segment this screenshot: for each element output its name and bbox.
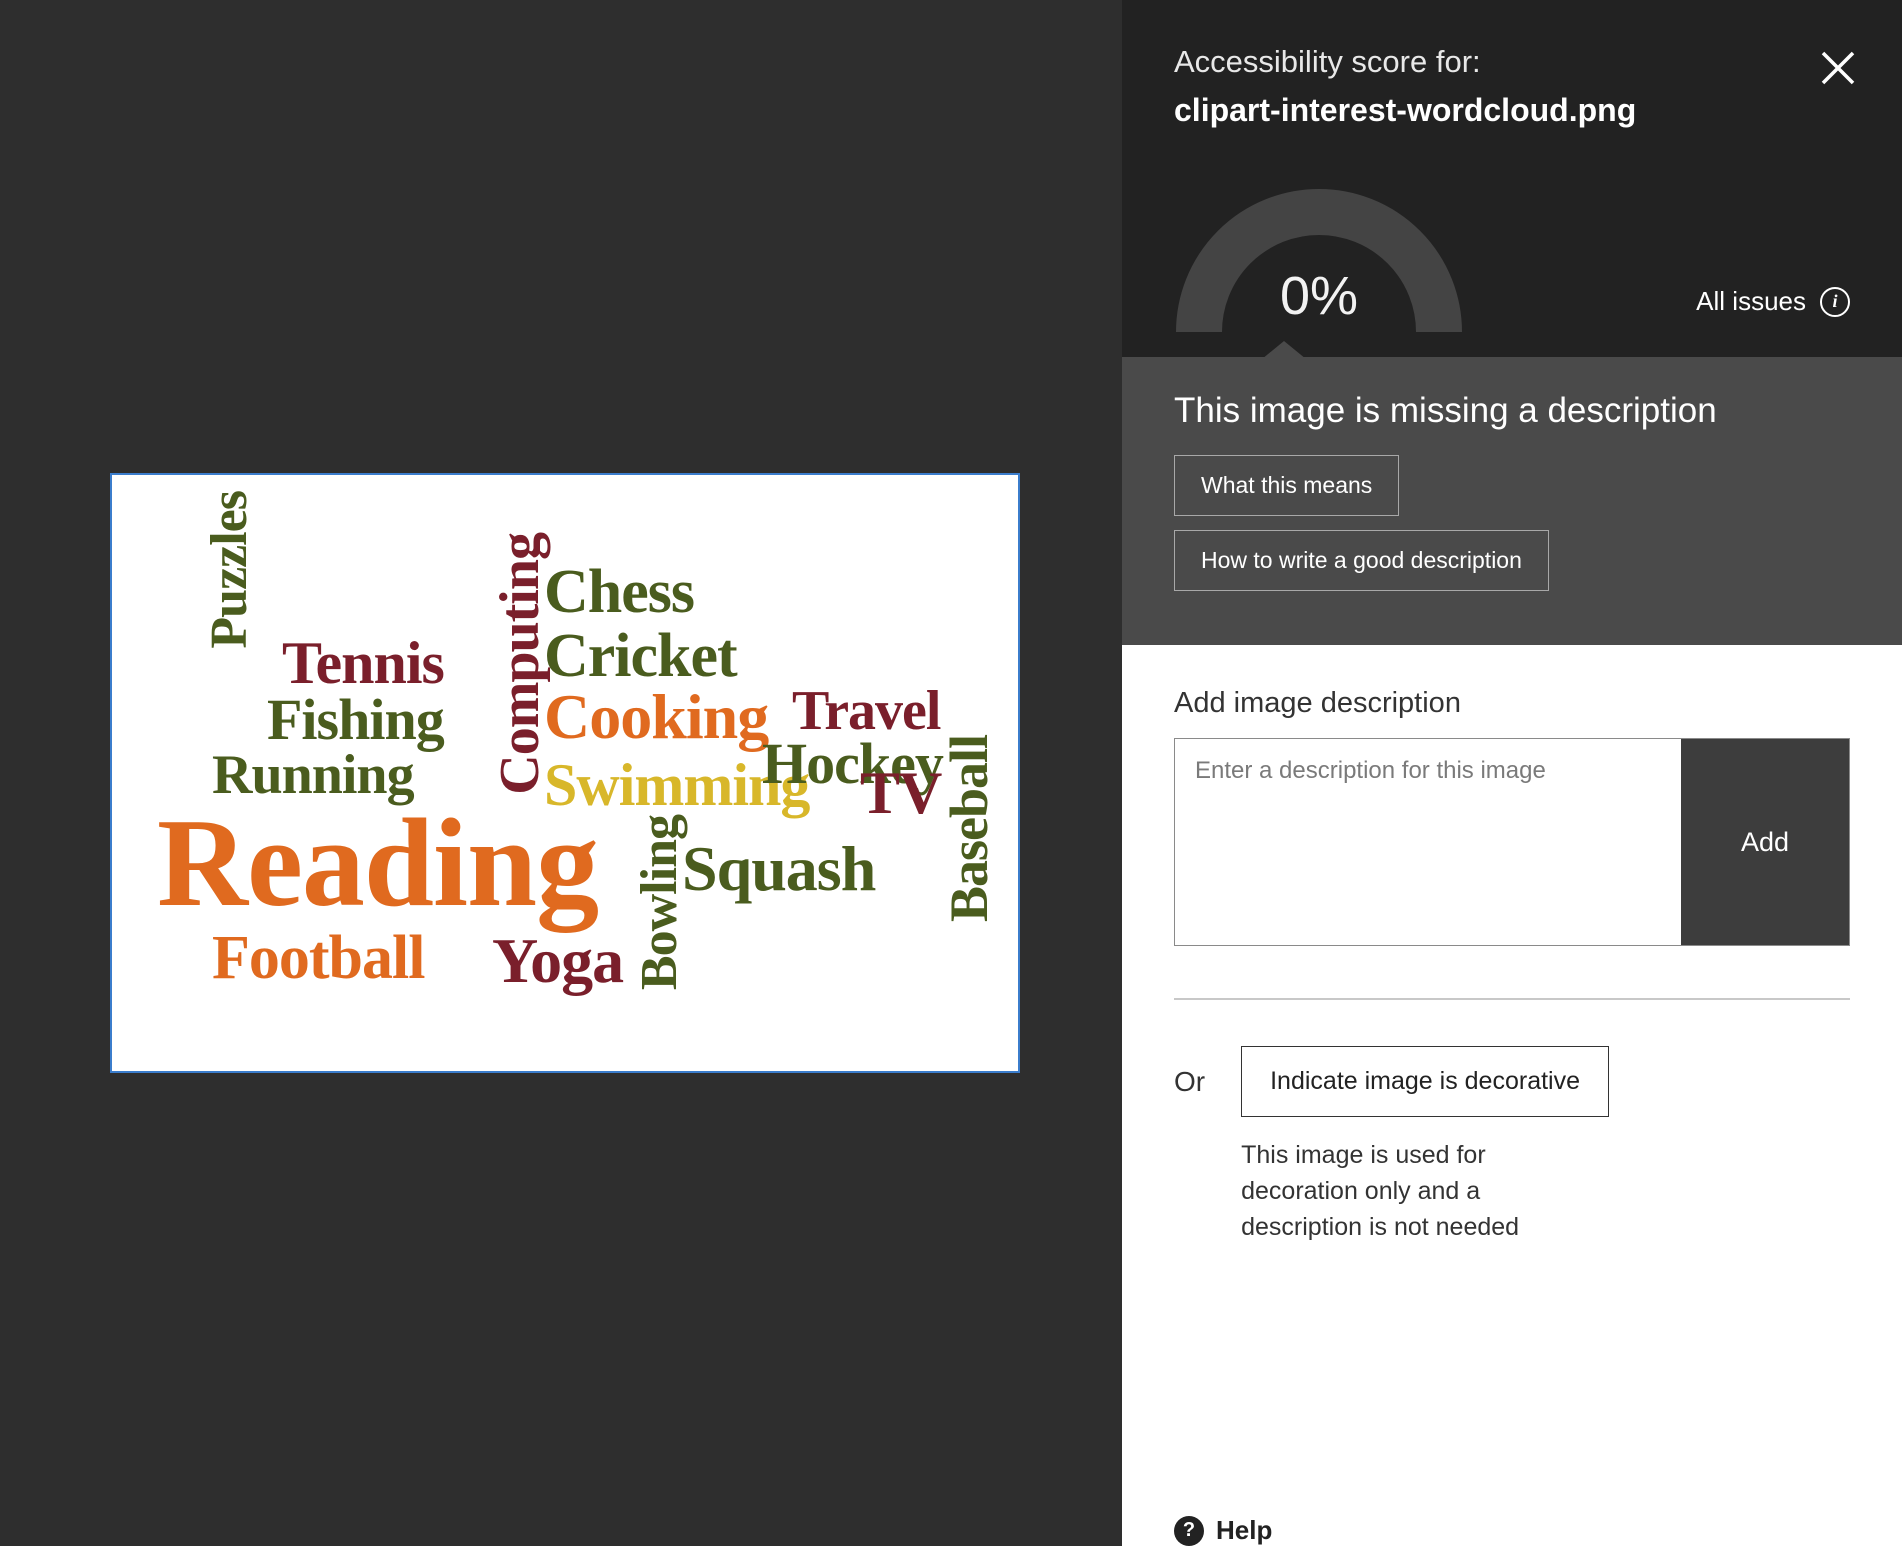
help-icon: ? — [1174, 1516, 1204, 1546]
description-label: Add image description — [1174, 687, 1850, 720]
close-icon — [1818, 48, 1858, 88]
wc-word: Chess — [544, 561, 694, 623]
panel-header: Accessibility score for: clipart-interes… — [1122, 0, 1902, 357]
accessibility-panel: Accessibility score for: clipart-interes… — [1122, 0, 1902, 1546]
wc-word: Reading — [157, 801, 598, 927]
score-percent: 0% — [1164, 265, 1474, 327]
description-row: Add — [1174, 738, 1850, 946]
issue-heading: This image is missing a description — [1174, 391, 1850, 431]
all-issues-label: All issues — [1696, 286, 1806, 317]
info-icon: i — [1820, 287, 1850, 317]
close-button[interactable] — [1818, 48, 1858, 93]
wc-word: Fishing — [267, 691, 444, 749]
wc-word: Squash — [682, 837, 875, 901]
decorative-help-text: This image is used for decoration only a… — [1241, 1137, 1601, 1246]
issue-block: This image is missing a description What… — [1122, 357, 1902, 645]
wc-word: Cricket — [544, 625, 737, 687]
all-issues-link[interactable]: All issues i — [1696, 286, 1850, 317]
wc-word: TV — [860, 763, 941, 823]
indicate-decorative-button[interactable]: Indicate image is decorative — [1241, 1046, 1609, 1117]
score-gauge: 0% — [1164, 177, 1474, 327]
wc-word: Computing — [492, 533, 548, 795]
divider — [1174, 998, 1850, 1000]
filename: clipart-interest-wordcloud.png — [1174, 92, 1850, 129]
help-label: Help — [1216, 1515, 1272, 1546]
image-preview-pane: Puzzles Tennis Fishing Running Reading F… — [0, 0, 1122, 1546]
how-to-write-button[interactable]: How to write a good description — [1174, 530, 1549, 591]
wc-word: Bowling — [634, 815, 686, 990]
what-this-means-button[interactable]: What this means — [1174, 455, 1399, 516]
wc-word: Cooking — [544, 685, 768, 749]
or-label: Or — [1174, 1046, 1205, 1098]
wc-word: Yoga — [492, 929, 623, 993]
wc-word: Football — [212, 927, 424, 989]
add-button[interactable]: Add — [1681, 739, 1849, 945]
wordcloud-image[interactable]: Puzzles Tennis Fishing Running Reading F… — [110, 473, 1020, 1073]
wc-word: Tennis — [282, 633, 444, 693]
description-form: Add image description Add Or Indicate im… — [1122, 645, 1902, 1505]
wc-word: Puzzles — [204, 491, 256, 649]
wc-word: Baseball — [942, 735, 996, 922]
score-label: Accessibility score for: — [1174, 44, 1850, 80]
help-link[interactable]: ? Help — [1122, 1505, 1902, 1546]
description-input[interactable] — [1175, 739, 1681, 945]
